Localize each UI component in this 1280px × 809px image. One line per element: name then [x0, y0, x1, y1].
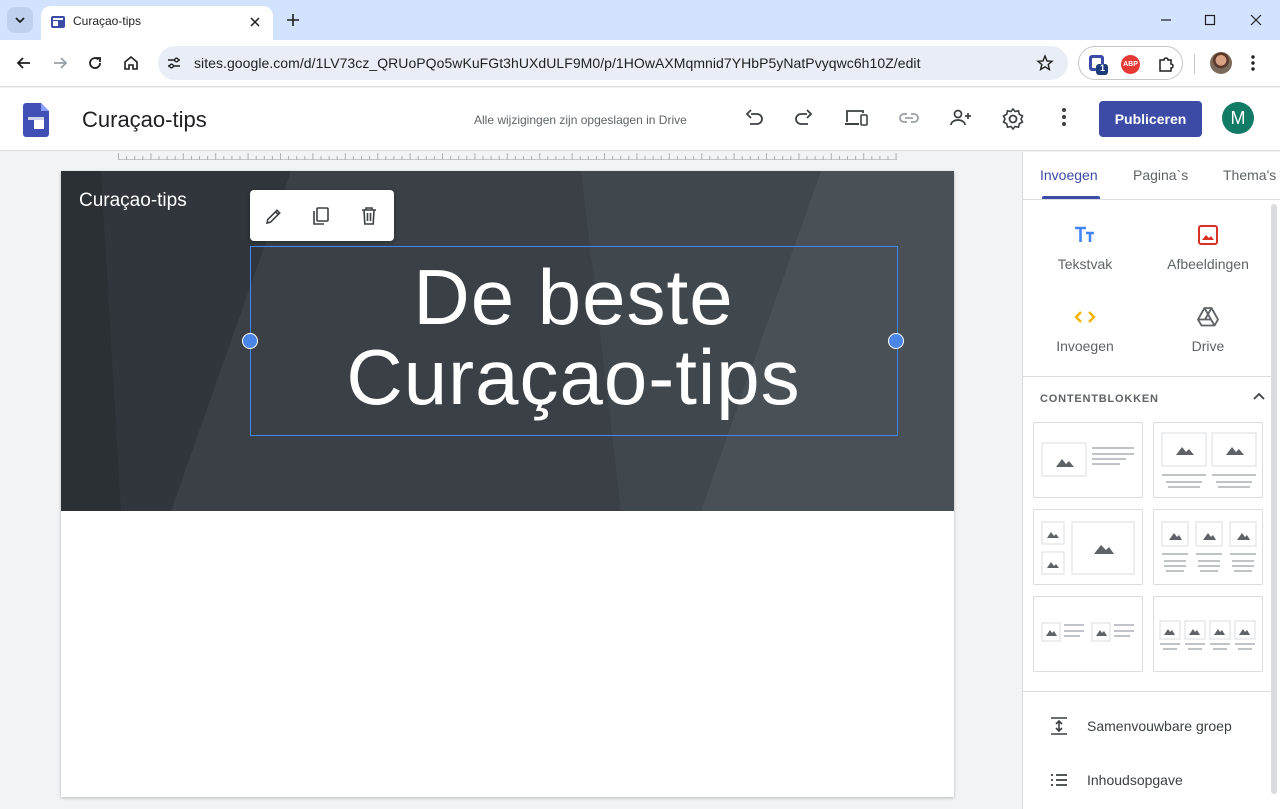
forward-arrow-icon[interactable] [50, 53, 70, 73]
insert-embed-button[interactable]: Invoegen [1025, 305, 1145, 354]
publish-button[interactable]: Publiceren [1099, 101, 1202, 137]
browser-profile-avatar[interactable] [1210, 52, 1232, 74]
redo-icon[interactable] [793, 107, 815, 129]
four-columns-layout-icon [1159, 620, 1256, 650]
panel-scrollbar[interactable] [1271, 204, 1277, 794]
two-images-layout-icon [1161, 432, 1257, 488]
link-icon[interactable] [897, 107, 921, 129]
insert-drive-button[interactable]: Drive [1148, 305, 1268, 354]
adblock-icon[interactable]: ABP [1121, 55, 1140, 74]
insert-collapsible-group-button[interactable]: Samenvouwbare groep [1023, 707, 1271, 747]
tab-paginas[interactable]: Pagina`s [1133, 167, 1188, 183]
back-arrow-icon[interactable] [14, 53, 34, 73]
hero-title[interactable]: De beste Curaçao-tips [251, 257, 896, 417]
table-of-contents-icon [1051, 774, 1067, 786]
two-image-text-layout-icon [1041, 622, 1134, 642]
edit-pencil-icon[interactable] [263, 205, 285, 227]
address-bar[interactable]: sites.google.com/d/1LV73cz_QRUoPQo5wKuFG… [158, 46, 1068, 80]
resize-handle-right[interactable] [888, 333, 904, 349]
horizontal-ruler [118, 153, 897, 160]
image-icon [1198, 225, 1218, 245]
site-page[interactable]: Curaçao-tips De beste Curaçao-tips [61, 171, 954, 797]
list-item-label: Samenvouwbare groep [1087, 718, 1232, 734]
selected-text-box[interactable]: De beste Curaçao-tips [242, 246, 904, 436]
sites-favicon-icon [51, 16, 65, 28]
chevron-down-icon [15, 17, 25, 24]
undo-icon[interactable] [743, 107, 765, 129]
close-window-icon[interactable] [1248, 12, 1264, 28]
chevron-up-icon[interactable] [1251, 389, 1267, 405]
save-status: Alle wijzigingen zijn opgeslagen in Driv… [474, 113, 687, 127]
puzzle-extensions-icon[interactable] [1157, 55, 1175, 73]
hero-title-line-2: Curaçao-tips [346, 333, 801, 421]
browser-menu-icon[interactable] [1251, 54, 1255, 72]
content-block-3[interactable] [1033, 509, 1143, 585]
close-tab-icon[interactable] [247, 14, 263, 30]
content-block-6[interactable] [1153, 596, 1263, 672]
insert-side-panel: Invoegen Pagina`s Thema's Tekstvak Afbee… [1022, 152, 1280, 809]
browser-toolbar: sites.google.com/d/1LV73cz_QRUoPQo5wKuFG… [0, 40, 1280, 87]
settings-gear-icon[interactable] [1001, 107, 1025, 131]
content-block-1[interactable] [1033, 422, 1143, 498]
active-tab-indicator [1042, 196, 1100, 199]
section-divider [1023, 376, 1271, 377]
insert-item-label: Invoegen [1056, 338, 1114, 354]
extension-badge-count: 1 [1100, 63, 1106, 73]
hero-title-line-1: De beste [413, 253, 734, 341]
extensions-group: 1 ABP [1078, 46, 1183, 80]
panel-tabs: Invoegen Pagina`s Thema's [1023, 152, 1280, 200]
embed-code-icon [1074, 311, 1096, 323]
toolbar-divider [1194, 54, 1195, 74]
content-block-2[interactable] [1153, 422, 1263, 498]
hero-header-section[interactable]: Curaçao-tips De beste Curaçao-tips [61, 171, 954, 511]
text-box-icon [1075, 226, 1094, 242]
tab-title: Curaçao-tips [73, 14, 142, 28]
minimize-icon[interactable] [1158, 12, 1174, 28]
account-avatar[interactable]: M [1222, 102, 1254, 134]
insert-item-label: Tekstvak [1057, 256, 1113, 272]
extension-badge-icon[interactable]: 1 [1087, 54, 1109, 76]
insert-item-label: Drive [1191, 338, 1225, 354]
bookmark-star-icon[interactable] [1036, 54, 1054, 72]
block-toolbar [250, 190, 394, 241]
home-icon[interactable] [121, 53, 141, 73]
more-options-icon[interactable] [1062, 107, 1066, 127]
sites-header: Curaçao-tips Alle wijzigingen zijn opges… [0, 88, 1280, 151]
new-tab-icon[interactable] [284, 11, 302, 29]
insert-text-box-button[interactable]: Tekstvak [1025, 223, 1145, 272]
preview-devices-icon[interactable] [844, 107, 868, 129]
resize-handle-left[interactable] [242, 333, 258, 349]
list-item-label: Inhoudsopgave [1087, 772, 1183, 788]
tab-search-button[interactable] [7, 7, 33, 33]
google-sites-logo-icon[interactable] [23, 103, 49, 137]
image-text-layout-icon [1041, 442, 1134, 477]
content-block-5[interactable] [1033, 596, 1143, 672]
insert-images-button[interactable]: Afbeeldingen [1148, 223, 1268, 272]
share-add-person-icon[interactable] [949, 107, 973, 129]
insert-table-of-contents-button[interactable]: Inhoudsopgave [1023, 761, 1271, 801]
site-title[interactable]: Curaçao-tips [82, 107, 207, 133]
insert-item-label: Afbeeldingen [1167, 256, 1249, 272]
duplicate-icon[interactable] [310, 205, 332, 227]
section-divider [1023, 691, 1271, 692]
hero-site-name[interactable]: Curaçao-tips [79, 190, 187, 212]
browser-tab-strip: Curaçao-tips [0, 0, 1280, 40]
grid-image-layout-icon [1041, 521, 1135, 575]
adblock-label: ABP [1123, 61, 1138, 68]
tab-themas[interactable]: Thema's [1223, 167, 1276, 183]
url-text: sites.google.com/d/1LV73cz_QRUoPQo5wKuFG… [194, 55, 921, 71]
tab-invoegen[interactable]: Invoegen [1040, 167, 1098, 183]
drive-icon [1197, 307, 1219, 327]
browser-tab[interactable]: Curaçao-tips [41, 6, 273, 40]
content-block-4[interactable] [1153, 509, 1263, 585]
editor-canvas: Curaçao-tips De beste Curaçao-tips [0, 152, 1022, 809]
collapsible-group-icon [1051, 717, 1067, 735]
delete-trash-icon[interactable] [358, 205, 380, 227]
site-info-icon[interactable] [166, 55, 182, 71]
maximize-icon[interactable] [1202, 12, 1218, 28]
three-columns-layout-icon [1161, 521, 1257, 572]
reload-icon[interactable] [85, 53, 105, 73]
content-blocks-title: CONTENTBLOKKEN [1040, 393, 1159, 405]
